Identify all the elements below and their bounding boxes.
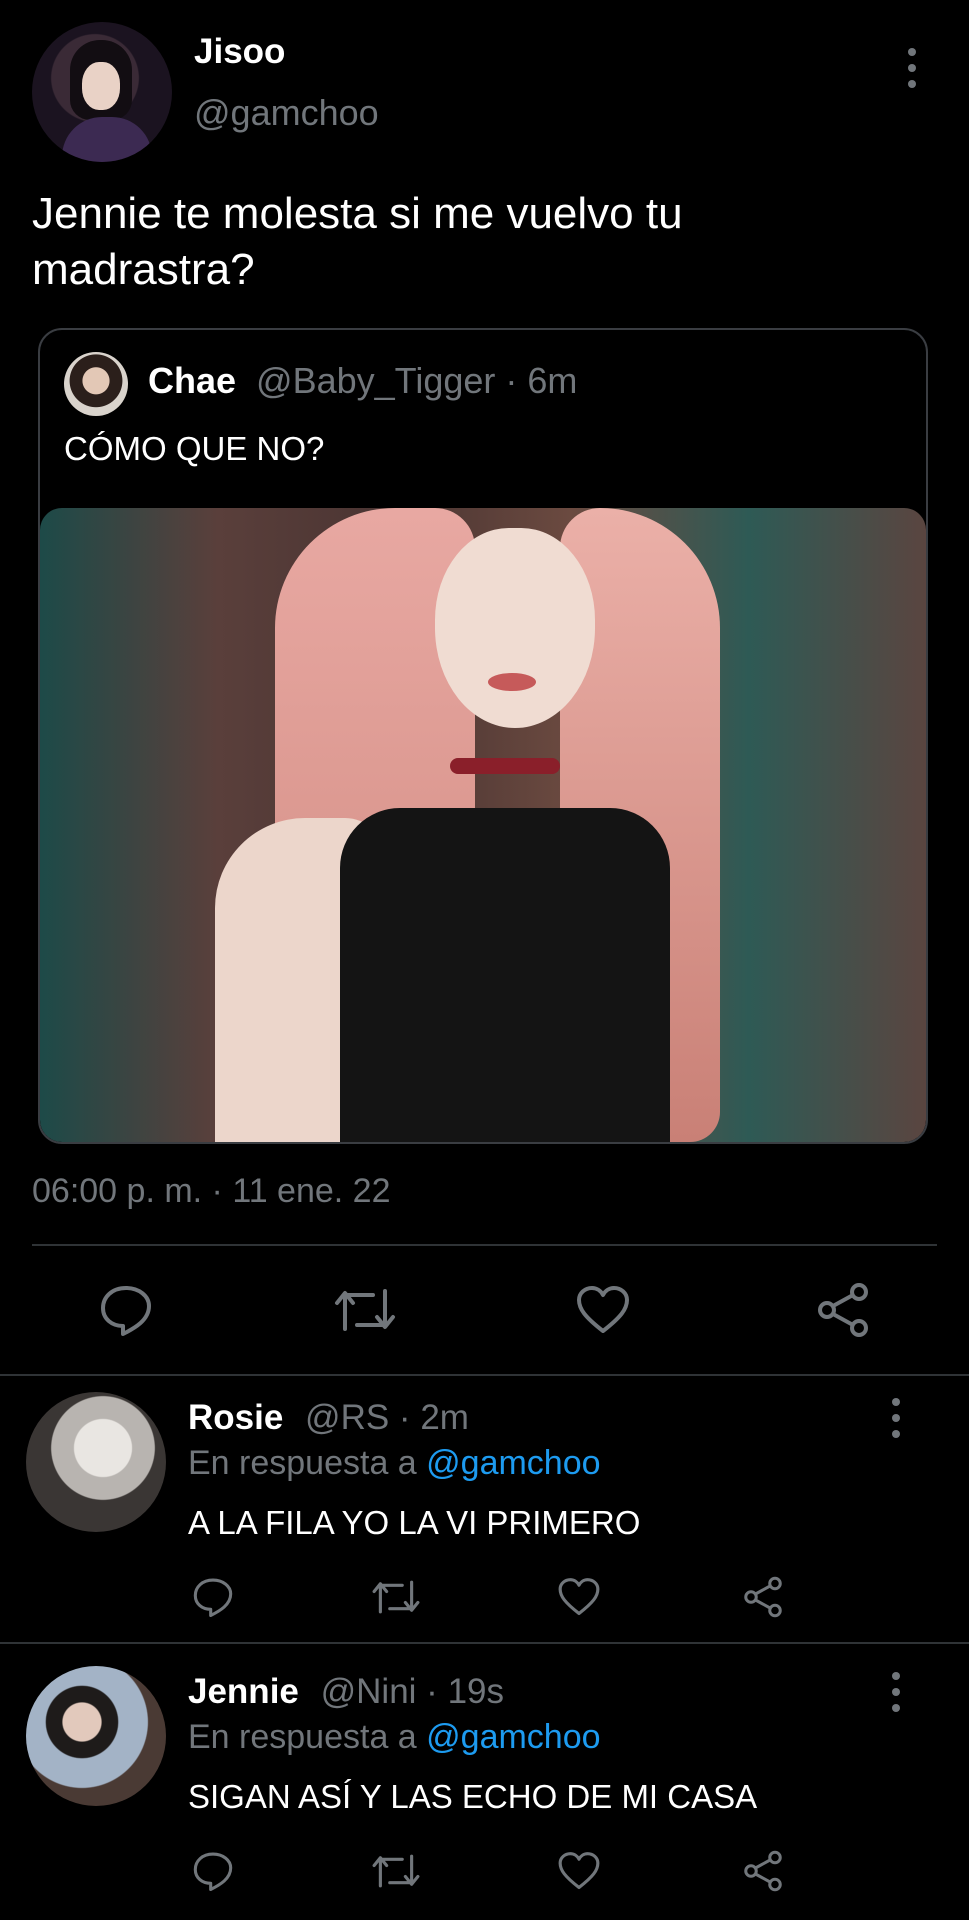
retweet-icon[interactable]: [332, 1280, 398, 1340]
reply-author-handle[interactable]: @Nini: [321, 1672, 417, 1711]
tweet-timestamp[interactable]: 06:00 p. m. · 11 ene. 22: [32, 1172, 391, 1211]
reply-icon[interactable]: [190, 1574, 236, 1620]
more-options-icon[interactable]: [890, 1672, 902, 1712]
in-reply-to: En respuesta a @gamchoo: [188, 1444, 601, 1483]
retweet-icon[interactable]: [370, 1848, 422, 1894]
reply-text: A LA FILA YO LA VI PRIMERO: [188, 1504, 641, 1541]
main-author-name[interactable]: Jisoo: [194, 32, 285, 72]
in-reply-prefix: En respuesta a: [188, 1718, 427, 1756]
quoted-tweet-card[interactable]: Chae @Baby_Tigger · 6m CÓMO QUE NO?: [38, 328, 928, 1144]
like-icon[interactable]: [556, 1848, 602, 1894]
share-icon[interactable]: [740, 1848, 786, 1894]
in-reply-to: En respuesta a @gamchoo: [188, 1718, 601, 1757]
share-icon[interactable]: [812, 1280, 874, 1340]
quoted-tweet-header: Chae @Baby_Tigger · 6m: [148, 360, 577, 402]
in-reply-prefix: En respuesta a: [188, 1444, 427, 1482]
reply-icon[interactable]: [96, 1280, 156, 1340]
divider: [0, 1374, 969, 1376]
quoted-time: 6m: [527, 360, 578, 401]
reply-author-name[interactable]: Jennie: [188, 1672, 299, 1711]
share-icon[interactable]: [740, 1574, 786, 1620]
retweet-icon[interactable]: [370, 1574, 422, 1620]
main-author-avatar[interactable]: [32, 22, 172, 162]
reply-author-avatar[interactable]: [26, 1392, 166, 1532]
header-separator: ·: [416, 1672, 448, 1711]
reply-time: 2m: [420, 1398, 469, 1437]
reply-header: Rosie @RS · 2m: [188, 1398, 469, 1438]
like-icon[interactable]: [572, 1280, 634, 1340]
reply-text: SIGAN ASÍ Y LAS ECHO DE MI CASA: [188, 1778, 758, 1815]
main-author-handle[interactable]: @gamchoo: [194, 92, 379, 134]
main-tweet-text: Jennie te molesta si me vuelvo tu madras…: [32, 189, 683, 294]
reply-time: 19s: [447, 1672, 504, 1711]
divider: [32, 1244, 937, 1246]
like-icon[interactable]: [556, 1574, 602, 1620]
header-separator: ·: [389, 1398, 421, 1437]
reply-author-handle[interactable]: @RS: [305, 1398, 389, 1437]
reply-author-avatar[interactable]: [26, 1666, 166, 1806]
quoted-author-avatar[interactable]: [64, 352, 128, 416]
mention-link[interactable]: @gamchoo: [426, 1444, 600, 1482]
quoted-author-handle: @Baby_Tigger: [256, 360, 496, 401]
reply-header: Jennie @Nini · 19s: [188, 1672, 504, 1712]
header-separator: ·: [495, 360, 528, 401]
more-options-icon[interactable]: [906, 48, 918, 88]
reply-icon[interactable]: [190, 1848, 236, 1894]
quoted-tweet-image[interactable]: [40, 508, 926, 1142]
quoted-author-name: Chae: [148, 360, 237, 401]
avatar-face: [82, 62, 120, 110]
reply-author-name[interactable]: Rosie: [188, 1398, 283, 1437]
divider: [0, 1642, 969, 1644]
avatar-shirt: [62, 117, 152, 162]
quoted-tweet-text: CÓMO QUE NO?: [64, 430, 325, 467]
mention-link[interactable]: @gamchoo: [426, 1718, 600, 1756]
more-options-icon[interactable]: [890, 1398, 902, 1438]
